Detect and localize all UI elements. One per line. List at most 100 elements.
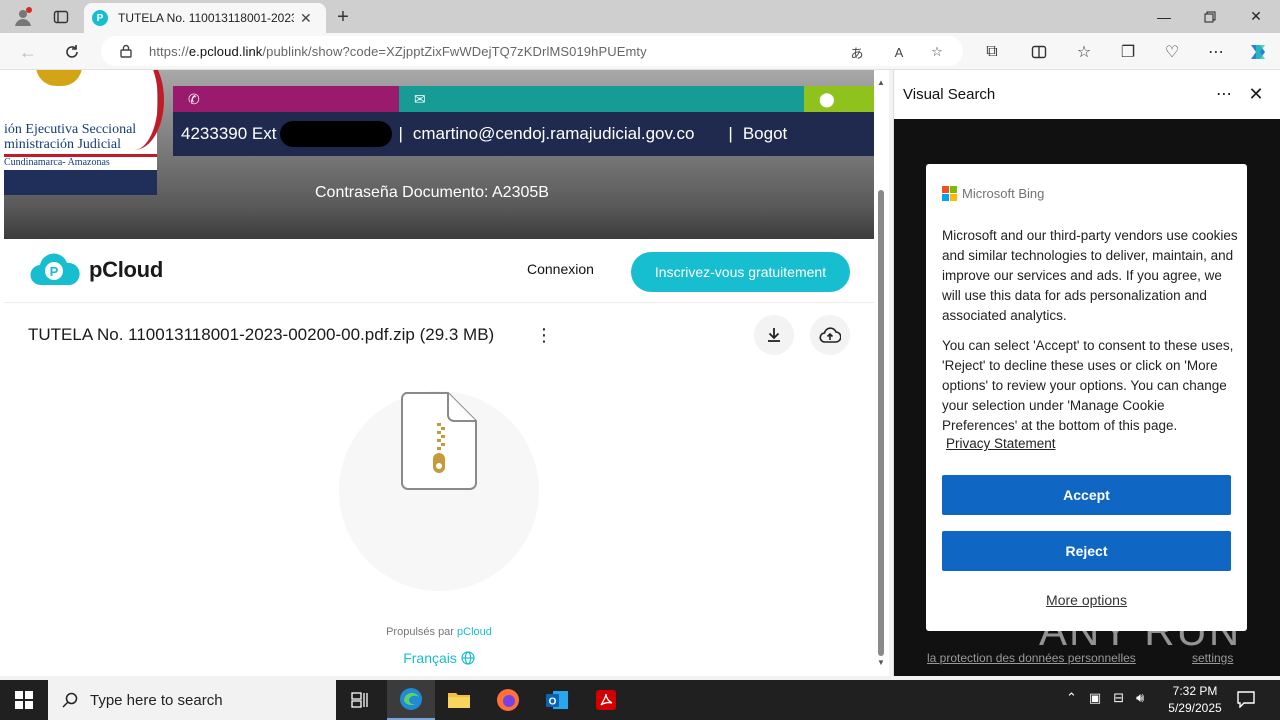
scroll-down-arrow-icon[interactable]: ▼ (877, 658, 885, 667)
location-icon: ⬤ (804, 86, 874, 112)
banner-logo-line2: ministración Judicial (4, 137, 122, 152)
page-content: ión Ejecutiva Seccional ministración Jud… (0, 70, 889, 676)
start-button[interactable] (0, 680, 48, 720)
search-icon (62, 692, 78, 708)
browser-toolbar: ← https://e.pcloud.link/publink/show?cod… (0, 33, 1280, 70)
minimize-button[interactable]: — (1141, 0, 1187, 33)
file-explorer-icon[interactable] (435, 680, 483, 720)
document-banner-image: ión Ejecutiva Seccional ministración Jud… (4, 70, 874, 239)
show-hidden-icons-icon[interactable]: ⌃ (1066, 690, 1077, 710)
favorites-icon[interactable]: ☆ (1070, 38, 1098, 66)
network-icon[interactable]: ⊟ (1113, 690, 1124, 710)
side-panel-title: Visual Search (903, 86, 996, 103)
read-aloud-icon[interactable]: A (890, 43, 908, 61)
banner-city: Bogot (742, 124, 788, 143)
redaction-mark (280, 121, 393, 147)
zip-file-icon (400, 391, 478, 491)
lock-icon[interactable] (119, 44, 133, 58)
close-window-button[interactable]: ✕ (1233, 0, 1279, 33)
banner-contact-bar: ✆ ✉ ⬤ (173, 86, 874, 112)
copilot-icon[interactable] (1244, 38, 1272, 66)
tab-title: TUTELA No. 110013118001-2023-00200-00.pd… (118, 11, 294, 25)
clock-date: 5/29/2025 (1168, 701, 1222, 715)
powered-by-text: Propulsés par (386, 626, 454, 638)
side-panel-more-icon[interactable]: ⋯ (1212, 82, 1236, 106)
edge-taskbar-icon[interactable] (387, 680, 435, 720)
device-icon[interactable]: ▣ (1089, 690, 1101, 710)
windows-taskbar: Type here to search O ⌃ ▣ ⊟ 🔊︎ 7:32 PM 5… (0, 680, 1280, 720)
accept-button[interactable]: Accept (942, 475, 1231, 515)
back-button[interactable]: ← (14, 38, 42, 66)
profile-icon[interactable] (10, 4, 36, 30)
volume-icon[interactable]: 🔊︎ (1136, 690, 1144, 710)
acrobat-icon[interactable] (582, 680, 630, 720)
file-row: TUTELA No. 110013118001-2023-00200-00.pd… (4, 303, 874, 367)
new-tab-button[interactable]: + (330, 4, 356, 30)
settings-more-icon[interactable]: ⋯ (1202, 38, 1230, 66)
svg-text:P: P (50, 264, 59, 279)
bing-brand-name: Microsoft Bing (962, 186, 1045, 201)
banner-contact-info: 4233390 Ext | cmartino@cendoj.ramajudici… (173, 112, 874, 156)
language-selector[interactable]: Français (0, 650, 878, 666)
mail-icon: ✉ (399, 86, 804, 112)
save-to-cloud-button[interactable] (810, 315, 850, 355)
close-tab-icon[interactable]: ✕ (300, 10, 312, 27)
microsoft-logo-icon (942, 186, 958, 202)
svg-text:O: O (549, 697, 557, 708)
firefox-icon[interactable] (484, 680, 532, 720)
restore-button[interactable] (1187, 0, 1233, 33)
banner-logo-line1: ión Ejecutiva Seccional (4, 122, 137, 137)
coat-of-arms-icon (36, 70, 82, 86)
signup-button[interactable]: Inscrivez-vous gratuitement (631, 252, 850, 292)
scroll-up-arrow-icon[interactable]: ▲ (877, 78, 885, 87)
document-password-note: Contraseña Documento: A2305B (315, 184, 549, 201)
phone-icon: ✆ (173, 86, 399, 112)
pcloud-footer-link[interactable]: pCloud (457, 626, 492, 638)
download-button[interactable] (754, 315, 794, 355)
side-panel-header: Visual Search ⋯ ✕ (894, 70, 1280, 119)
pcloud-logo-text[interactable]: pCloud (89, 257, 163, 283)
consent-paragraph-1: Microsoft and our third-party vendors us… (942, 228, 1238, 323)
notifications-icon[interactable] (1236, 690, 1258, 710)
url-text: https://e.pcloud.link/publink/show?code=… (149, 43, 647, 59)
more-options-link[interactable]: More options (926, 592, 1247, 608)
translate-icon[interactable]: あ (848, 43, 866, 61)
banner-email: cmartino@cendoj.ramajudicial.gov.co (412, 124, 695, 143)
browser-title-bar: P TUTELA No. 110013118001-2023-00200-00.… (0, 0, 1280, 33)
cookie-consent-dialog: Microsoft Bing Microsoft and our third-p… (926, 164, 1247, 631)
split-screen-icon[interactable] (1025, 38, 1053, 66)
taskbar-search-box[interactable]: Type here to search (48, 680, 336, 720)
consent-paragraph-2: You can select 'Accept' to consent to th… (942, 338, 1234, 433)
scroll-thumb[interactable] (878, 190, 884, 656)
browser-essentials-icon[interactable]: ♡ (1158, 38, 1186, 66)
side-panel-close-icon[interactable]: ✕ (1244, 82, 1268, 106)
download-icon (768, 328, 780, 342)
language-label: Français (403, 650, 457, 666)
system-tray: ⌃ ▣ ⊟ 🔊︎ (1066, 690, 1144, 710)
outlook-icon[interactable]: O (533, 680, 581, 720)
tab-actions-icon[interactable] (48, 4, 74, 30)
taskbar-search-placeholder: Type here to search (90, 691, 223, 709)
address-bar[interactable]: https://e.pcloud.link/publink/show?code=… (101, 36, 963, 66)
login-button[interactable]: Connexion (527, 261, 594, 277)
file-name: TUTELA No. 110013118001-2023-00200-00.pd… (28, 325, 495, 344)
collections-icon[interactable]: ❐ (1114, 38, 1142, 66)
powered-by-footer: Propulsés par pCloud (0, 626, 878, 638)
privacy-statement-link[interactable]: Privacy Statement (946, 436, 1056, 451)
refresh-button[interactable] (58, 38, 86, 66)
windows-logo-icon (15, 691, 33, 709)
tab-active[interactable]: P TUTELA No. 110013118001-2023-00200-00.… (84, 3, 326, 33)
page-scrollbar[interactable]: ▲ ▼ (875, 70, 887, 676)
banner-logo-line3: Cundinamarca- Amazonas (4, 157, 110, 168)
file-more-options-icon[interactable]: ⋮ (534, 323, 554, 347)
pcloud-header: P pCloud Connexion Inscrivez-vous gratui… (4, 239, 874, 303)
globe-icon (461, 651, 475, 665)
pcloud-favicon-icon: P (92, 10, 108, 26)
favorite-star-icon[interactable]: ☆ (928, 43, 946, 61)
cloud-upload-icon (819, 327, 841, 343)
extensions-icon[interactable]: ⧉ (978, 38, 1006, 66)
pcloud-logo-icon[interactable]: P (29, 253, 81, 287)
reject-button[interactable]: Reject (942, 531, 1231, 571)
task-view-icon[interactable] (336, 680, 384, 720)
taskbar-clock[interactable]: 7:32 PM 5/29/2025 (1160, 683, 1230, 717)
